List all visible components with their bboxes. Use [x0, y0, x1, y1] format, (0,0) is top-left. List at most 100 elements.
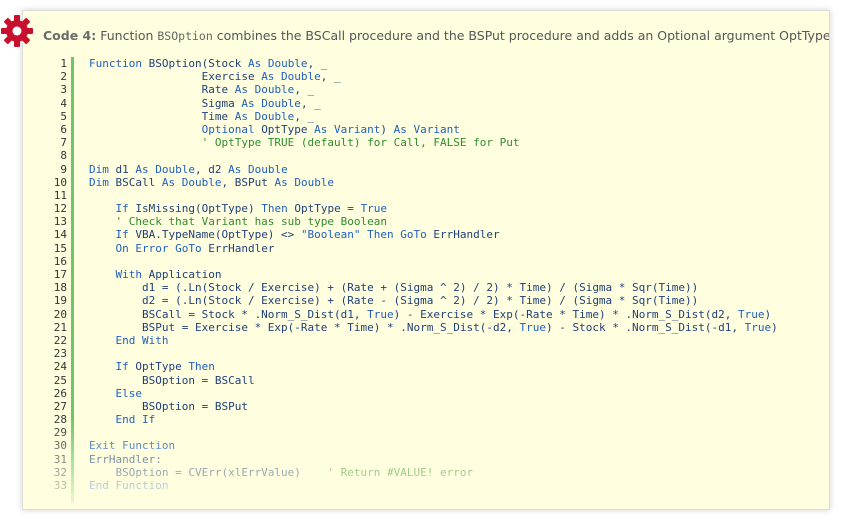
line-number: 19 — [53, 294, 67, 308]
code-line: 1 Function BSOption(Stock As Double, _ — [53, 57, 813, 70]
code-token: Else — [89, 386, 142, 400]
code-token: OptType — [261, 122, 315, 136]
line-number: 18 — [53, 281, 67, 295]
code-line: 22 End With — [53, 334, 813, 347]
line-number: 32 — [53, 465, 67, 479]
line-number: 24 — [53, 360, 67, 374]
code-token: End With — [89, 333, 169, 347]
code-token: ErrHandler: — [89, 452, 162, 466]
code-token: Then — [188, 360, 215, 374]
code-line: 8 — [53, 149, 813, 162]
code-block: 1 Function BSOption(Stock As Double, _ 2 E… — [53, 57, 813, 503]
line-text: Dim BSCall As Double, BSPut As Double — [89, 176, 334, 189]
code-token: True — [360, 202, 388, 216]
code-token: On Error GoTo — [89, 241, 209, 255]
code-line: 25 BSOption = BSCall — [53, 374, 813, 387]
line-text: End If — [89, 413, 155, 426]
code-line: 11 — [53, 189, 813, 202]
line-number: 6 — [60, 122, 67, 136]
line-text: d1 = (.Ln(Stock / Exercise) + (Rate + (S… — [89, 281, 698, 294]
line-text: BSOption = BSPut — [89, 400, 248, 413]
code-token: Dim — [89, 175, 116, 189]
line-text: BSPut = Exercise * Exp(-Rate * Time) * .… — [89, 321, 778, 334]
caption-function-name: BSOption — [157, 29, 213, 43]
line-text: With Application — [89, 268, 221, 281]
line-text: Rate As Double, _ — [89, 83, 315, 97]
line-text: BSCall = Stock * .Norm_S_Dist(d1, True) … — [89, 308, 771, 321]
code-line: 23 — [53, 347, 813, 360]
line-number: 21 — [53, 320, 67, 334]
line-text: Sigma As Double, _ — [89, 97, 321, 110]
code-line: 19 d2 = (.Ln(Stock / Exercise) + (Rate -… — [53, 294, 813, 307]
code-token: Exit Function — [89, 439, 176, 453]
line-number: 30 — [53, 439, 67, 453]
code-token: , _ — [320, 70, 341, 84]
code-token: True — [738, 307, 765, 321]
code-line: 29 — [53, 426, 813, 439]
code-token: True — [744, 320, 772, 334]
code-token: Exercise — [89, 70, 262, 84]
caption-text-before: Function — [96, 28, 158, 43]
line-number: 29 — [53, 426, 67, 440]
line-number: 3 — [60, 83, 67, 97]
code-token: ErrHandler — [433, 228, 500, 242]
code-token: As Double — [274, 175, 335, 189]
code-token: ' Check that Variant has sub type Boolea… — [89, 215, 388, 229]
code-line: 15 On Error GoTo ErrHandler — [53, 242, 813, 255]
code-token: True — [519, 320, 546, 334]
code-token: OptType = — [294, 202, 361, 216]
code-line: 30 Exit Function — [53, 439, 813, 452]
code-line: 3 Rate As Double, _ — [53, 83, 813, 96]
code-token: ' Return #VALUE! error — [327, 465, 474, 479]
code-token: ) — [380, 122, 394, 136]
code-token: , _ — [307, 57, 328, 70]
line-text: ' OptType TRUE (default) for Call, FALSE… — [89, 136, 520, 149]
code-line: 31 ErrHandler: — [53, 453, 813, 466]
code-line: 18 d1 = (.Ln(Stock / Exercise) + (Rate +… — [53, 281, 813, 294]
code-token: , _ — [300, 96, 321, 110]
code-line: 24 If OptType Then — [53, 360, 813, 373]
code-token: End If — [89, 413, 156, 427]
code-token: Dim — [89, 162, 116, 176]
line-text: On Error GoTo ErrHandler — [89, 242, 274, 255]
line-number: 15 — [53, 241, 67, 255]
code-token: BSOption = CVErr(xlErrValue) — [89, 465, 328, 479]
code-line: 33 End Function — [53, 479, 813, 492]
line-number: 12 — [53, 202, 67, 216]
line-text: If IsMissing(OptType) Then OptType = Tru… — [89, 202, 387, 215]
line-number: 13 — [53, 215, 67, 229]
code-token: As Double — [161, 175, 222, 189]
code-token: BSCall = Stock * .Norm_S_Dist(d1, — [89, 307, 368, 321]
code-token: , _ — [294, 83, 315, 97]
code-token: OptType — [135, 360, 189, 374]
code-line: 27 BSOption = BSPut — [53, 400, 813, 413]
code-token: If — [89, 228, 136, 242]
line-text: Time As Double, _ — [89, 110, 315, 123]
code-token: VBA.TypeName(OptType) <> — [135, 228, 301, 242]
code-line: 7 ' OptType TRUE (default) for Call, FAL… — [53, 136, 813, 149]
line-number: 8 — [60, 149, 67, 163]
code-token: ErrHandler — [208, 241, 275, 255]
line-text: ' Check that Variant has sub type Boolea… — [89, 215, 387, 228]
line-number: 4 — [60, 96, 67, 110]
code-line: 2 Exercise As Double, _ — [53, 70, 813, 83]
line-text: Exit Function — [89, 439, 175, 452]
line-text: End With — [89, 334, 168, 347]
code-caption: Code 4: Function BSOption combines the B… — [43, 28, 829, 43]
code-token: As Variant — [393, 122, 460, 136]
line-text: BSOption = BSCall — [89, 374, 255, 387]
code-token: With — [89, 268, 149, 281]
code-token: , BSPut — [221, 175, 275, 189]
line-text: Optional OptType As Variant) As Variant — [89, 123, 460, 136]
code-token: BSOption = BSCall — [89, 373, 255, 387]
code-token: Rate — [89, 83, 235, 97]
line-text: If VBA.TypeName(OptType) <> "Boolean" Th… — [89, 228, 500, 242]
code-line: 20 BSCall = Stock * .Norm_S_Dist(d1, Tru… — [53, 308, 813, 321]
code-line: 4 Sigma As Double, _ — [53, 97, 813, 110]
line-text: Else — [89, 387, 142, 400]
line-text: ErrHandler: — [89, 453, 162, 466]
line-text: d2 = (.Ln(Stock / Exercise) + (Rate - (S… — [89, 294, 698, 307]
code-token: Then GoTo — [360, 228, 434, 242]
code-token: Sigma — [89, 96, 242, 110]
code-lines: 1 Function BSOption(Stock As Double, _ 2 E… — [53, 57, 813, 492]
